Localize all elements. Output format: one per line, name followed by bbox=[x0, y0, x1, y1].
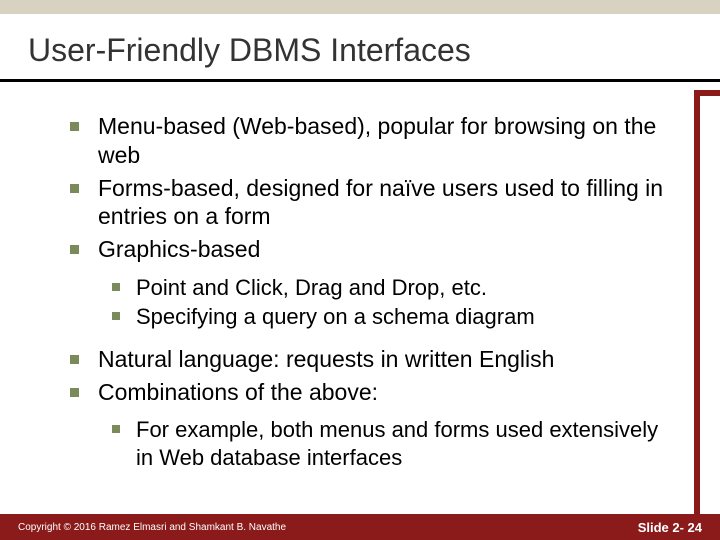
slide-number: Slide 2- 24 bbox=[638, 520, 702, 535]
list-item: Graphics-based bbox=[70, 235, 670, 264]
footer-bar: Copyright © 2016 Ramez Elmasri and Shamk… bbox=[0, 514, 720, 540]
list-item: For example, both menus and forms used e… bbox=[112, 416, 670, 471]
list-item: Combinations of the above: bbox=[70, 378, 670, 407]
slide-body: Menu-based (Web-based), popular for brow… bbox=[0, 82, 720, 495]
list-item: Specifying a query on a schema diagram bbox=[112, 303, 670, 331]
slide-title: User-Friendly DBMS Interfaces bbox=[28, 32, 692, 69]
bullet-list: Natural language: requests in written En… bbox=[70, 345, 670, 407]
right-vertical-accent bbox=[694, 96, 700, 514]
sub-bullet-list: For example, both menus and forms used e… bbox=[112, 416, 670, 471]
copyright-text: Copyright © 2016 Ramez Elmasri and Shamk… bbox=[18, 522, 286, 533]
slide: User-Friendly DBMS Interfaces Menu-based… bbox=[0, 0, 720, 540]
bullet-list: Menu-based (Web-based), popular for brow… bbox=[70, 112, 670, 264]
list-item: Point and Click, Drag and Drop, etc. bbox=[112, 274, 670, 302]
list-item: Menu-based (Web-based), popular for brow… bbox=[70, 112, 670, 170]
list-item: Forms-based, designed for naïve users us… bbox=[70, 174, 670, 232]
top-accent-bar bbox=[0, 0, 720, 14]
sub-bullet-list: Point and Click, Drag and Drop, etc. Spe… bbox=[112, 274, 670, 331]
title-area: User-Friendly DBMS Interfaces bbox=[0, 14, 720, 82]
list-item: Natural language: requests in written En… bbox=[70, 345, 670, 374]
